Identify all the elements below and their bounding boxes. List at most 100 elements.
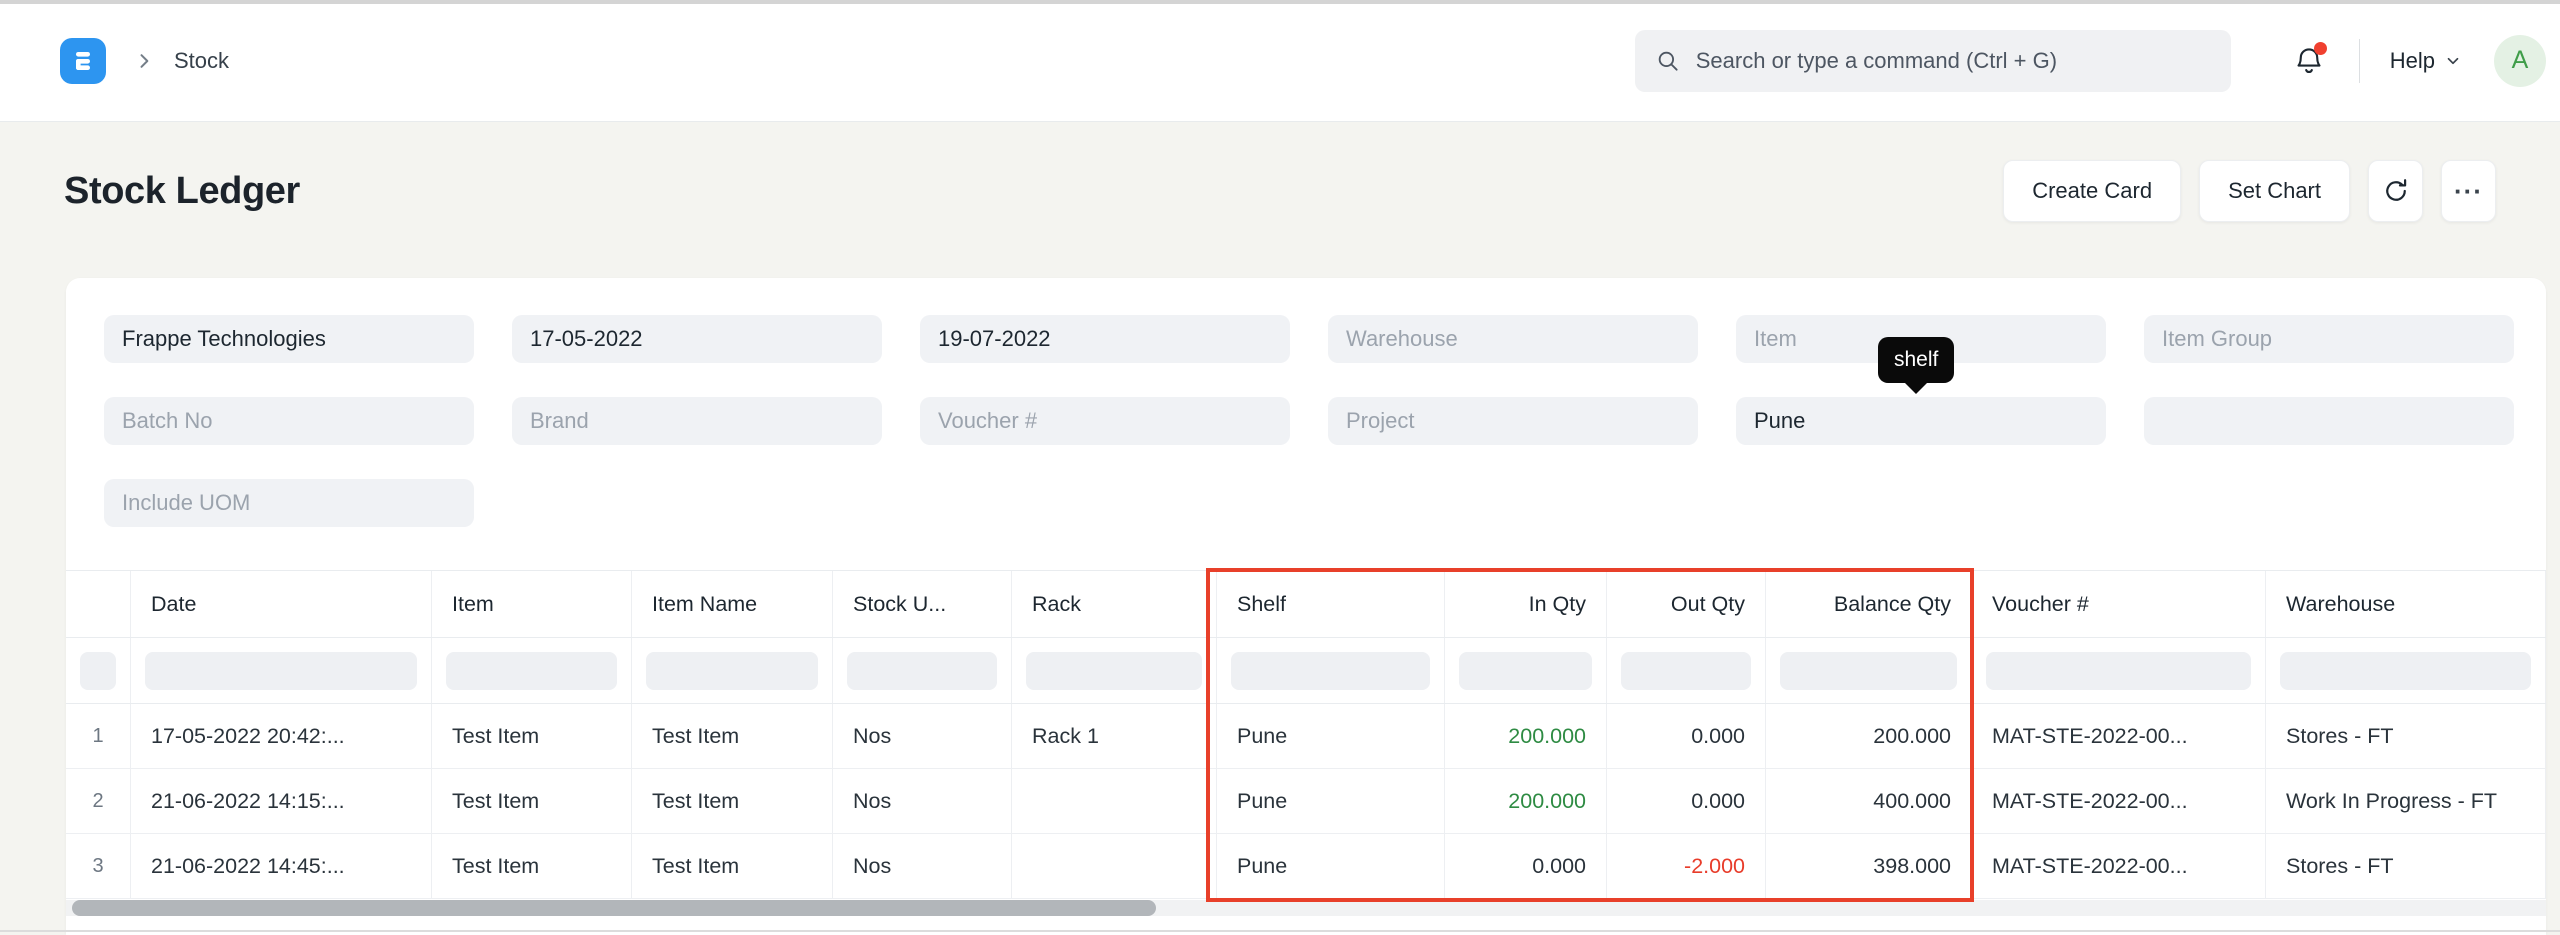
column-filter-input[interactable] — [2280, 652, 2531, 690]
col-header-date[interactable]: Date — [131, 571, 432, 637]
item-group-filter[interactable]: Item Group — [2144, 315, 2514, 363]
filter-section: Frappe Technologies 17-05-2022 19-07-202… — [66, 278, 2546, 527]
cell-out-qty[interactable]: 0.000 — [1607, 704, 1766, 768]
cell-in-qty[interactable]: 200.000 — [1445, 769, 1607, 833]
cell-balance-qty[interactable]: 400.000 — [1766, 769, 1972, 833]
cell-out-qty[interactable]: 0.000 — [1607, 769, 1766, 833]
col-header-out-qty[interactable]: Out Qty — [1607, 571, 1766, 637]
column-filter-input[interactable] — [646, 652, 818, 690]
cell-date[interactable]: 21-06-2022 14:45:... — [131, 834, 432, 898]
col-header-rack[interactable]: Rack — [1012, 571, 1217, 637]
search-icon — [1655, 48, 1681, 74]
filter-cell — [632, 638, 833, 703]
col-header-in-qty[interactable]: In Qty — [1445, 571, 1607, 637]
cell-item-name[interactable]: Test Item — [632, 834, 833, 898]
cell-rownum: 3 — [66, 834, 131, 898]
col-header-item-name[interactable]: Item Name — [632, 571, 833, 637]
cell-stock-uom[interactable]: Nos — [833, 834, 1012, 898]
column-filter-input[interactable] — [1231, 652, 1430, 690]
voucher-filter[interactable]: Voucher # — [920, 397, 1290, 445]
app-logo[interactable] — [60, 38, 106, 84]
cell-warehouse[interactable]: Stores - FT — [2266, 834, 2546, 898]
cell-shelf[interactable]: Pune — [1217, 769, 1445, 833]
refresh-button[interactable] — [2368, 160, 2423, 222]
erpnext-logo-icon — [67, 45, 99, 77]
search-input[interactable]: Search or type a command (Ctrl + G) — [1635, 30, 2231, 92]
set-chart-button[interactable]: Set Chart — [2199, 160, 2350, 222]
cell-item-name[interactable]: Test Item — [632, 769, 833, 833]
cell-date[interactable]: 21-06-2022 14:15:... — [131, 769, 432, 833]
navbar-divider — [2359, 39, 2360, 83]
cell-rack[interactable]: Rack 1 — [1012, 704, 1217, 768]
create-card-button[interactable]: Create Card — [2003, 160, 2181, 222]
column-filter-input[interactable] — [1459, 652, 1592, 690]
avatar[interactable]: A — [2494, 35, 2546, 87]
cell-rack[interactable] — [1012, 834, 1217, 898]
col-header-shelf[interactable]: Shelf — [1217, 571, 1445, 637]
table-row: 1 17-05-2022 20:42:... Test Item Test It… — [66, 704, 2546, 769]
column-filter-input[interactable] — [1780, 652, 1957, 690]
cell-voucher[interactable]: MAT-STE-2022-00... — [1972, 834, 2266, 898]
horizontal-scrollbar-track[interactable] — [66, 900, 2546, 916]
search-placeholder: Search or type a command (Ctrl + G) — [1696, 48, 2057, 74]
from-date-filter[interactable]: 17-05-2022 — [512, 315, 882, 363]
cell-warehouse[interactable]: Stores - FT — [2266, 704, 2546, 768]
batch-no-filter[interactable]: Batch No — [104, 397, 474, 445]
cell-stock-uom[interactable]: Nos — [833, 704, 1012, 768]
company-filter[interactable]: Frappe Technologies — [104, 315, 474, 363]
filter-cell — [833, 638, 1012, 703]
column-filter-input[interactable] — [1986, 652, 2251, 690]
filter-cell — [66, 638, 131, 703]
warehouse-filter[interactable]: Warehouse — [1328, 315, 1698, 363]
table-filter-row — [66, 638, 2546, 704]
refresh-icon — [2382, 177, 2410, 205]
cell-balance-qty[interactable]: 200.000 — [1766, 704, 1972, 768]
shelf-tooltip-text: shelf — [1894, 348, 1938, 372]
cell-item[interactable]: Test Item — [432, 769, 632, 833]
column-filter-input[interactable] — [446, 652, 617, 690]
cell-voucher[interactable]: MAT-STE-2022-00... — [1972, 704, 2266, 768]
col-header-stock-uom[interactable]: Stock U... — [833, 571, 1012, 637]
filter-cell — [2266, 638, 2546, 703]
cell-rownum: 2 — [66, 769, 131, 833]
column-filter-input[interactable] — [1621, 652, 1751, 690]
shelf-filter[interactable]: Pune — [1736, 397, 2106, 445]
cell-stock-uom[interactable]: Nos — [833, 769, 1012, 833]
filter-cell — [1972, 638, 2266, 703]
col-header-voucher[interactable]: Voucher # — [1972, 571, 2266, 637]
to-date-filter[interactable]: 19-07-2022 — [920, 315, 1290, 363]
cell-shelf[interactable]: Pune — [1217, 834, 1445, 898]
help-menu[interactable]: Help — [2390, 48, 2462, 74]
cell-item-name[interactable]: Test Item — [632, 704, 833, 768]
notifications-button[interactable] — [2289, 39, 2329, 83]
cell-in-qty[interactable]: 200.000 — [1445, 704, 1607, 768]
col-header-rownum — [66, 571, 131, 637]
col-header-balance-qty[interactable]: Balance Qty — [1766, 571, 1972, 637]
breadcrumb-chevron-icon — [134, 51, 154, 71]
cell-out-qty[interactable]: -2.000 — [1607, 834, 1766, 898]
column-filter-input[interactable] — [1026, 652, 1202, 690]
cell-shelf[interactable]: Pune — [1217, 704, 1445, 768]
col-header-warehouse[interactable]: Warehouse — [2266, 571, 2546, 637]
brand-filter[interactable]: Brand — [512, 397, 882, 445]
cell-date[interactable]: 17-05-2022 20:42:... — [131, 704, 432, 768]
empty-filter[interactable] — [2144, 397, 2514, 445]
project-filter[interactable]: Project — [1328, 397, 1698, 445]
cell-warehouse[interactable]: Work In Progress - FT — [2266, 769, 2546, 833]
horizontal-scrollbar-thumb[interactable] — [72, 900, 1156, 916]
column-filter-input[interactable] — [847, 652, 997, 690]
include-uom-filter[interactable]: Include UOM — [104, 479, 474, 527]
cell-item[interactable]: Test Item — [432, 834, 632, 898]
column-filter-input[interactable] — [145, 652, 417, 690]
col-header-item[interactable]: Item — [432, 571, 632, 637]
more-menu-button[interactable]: ··· — [2441, 160, 2496, 222]
filter-cell — [1217, 638, 1445, 703]
column-filter-input[interactable] — [80, 652, 116, 690]
cell-voucher[interactable]: MAT-STE-2022-00... — [1972, 769, 2266, 833]
shelf-tooltip: shelf — [1878, 337, 1954, 383]
breadcrumb[interactable]: Stock — [174, 48, 229, 74]
cell-item[interactable]: Test Item — [432, 704, 632, 768]
cell-rack[interactable] — [1012, 769, 1217, 833]
cell-in-qty[interactable]: 0.000 — [1445, 834, 1607, 898]
cell-balance-qty[interactable]: 398.000 — [1766, 834, 1972, 898]
